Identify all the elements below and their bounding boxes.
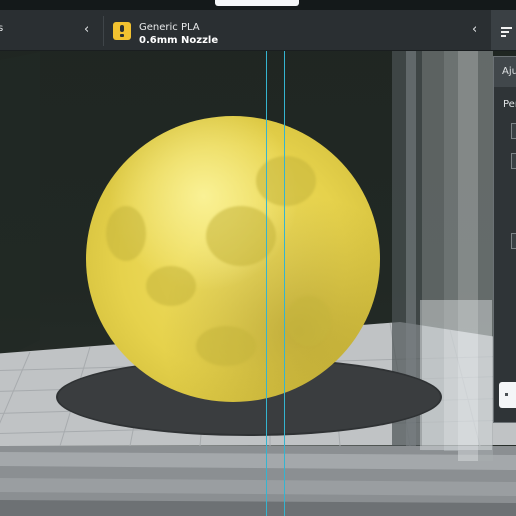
settings-icon-line-2 (501, 35, 506, 37)
panel-tab[interactable]: Aju (494, 57, 516, 87)
profile-label: Per (503, 99, 516, 110)
custom-mode-button[interactable] (499, 382, 516, 408)
printer-name[interactable]: s (0, 23, 3, 34)
moon-model[interactable] (86, 116, 380, 402)
material-warning-icon (113, 22, 131, 40)
stage-button[interactable] (215, 0, 299, 6)
setting-control-2[interactable] (511, 233, 516, 249)
printer-collapse-chevron-icon[interactable]: ‹ (84, 22, 89, 38)
profile-dropdown[interactable] (511, 123, 516, 139)
settings-icon (501, 27, 512, 29)
settings-icon-line (501, 31, 509, 33)
3d-viewport[interactable] (0, 0, 516, 516)
print-settings-button[interactable] (491, 10, 516, 50)
nozzle-size[interactable]: 0.6mm Nozzle (139, 35, 218, 46)
print-settings-panel: Aju Per (493, 56, 516, 423)
material-name[interactable]: Generic PLA (139, 22, 200, 33)
header-divider (103, 16, 104, 46)
material-collapse-chevron-icon[interactable]: ‹ (472, 22, 477, 38)
title-strip (0, 0, 516, 10)
header-bar: s ‹ Generic PLA 0.6mm Nozzle ‹ (0, 10, 516, 51)
guide-line-left (266, 50, 267, 516)
panel-tab-label: Aju (502, 66, 516, 77)
setting-control-1[interactable] (511, 153, 516, 169)
guide-line-right (284, 50, 285, 516)
